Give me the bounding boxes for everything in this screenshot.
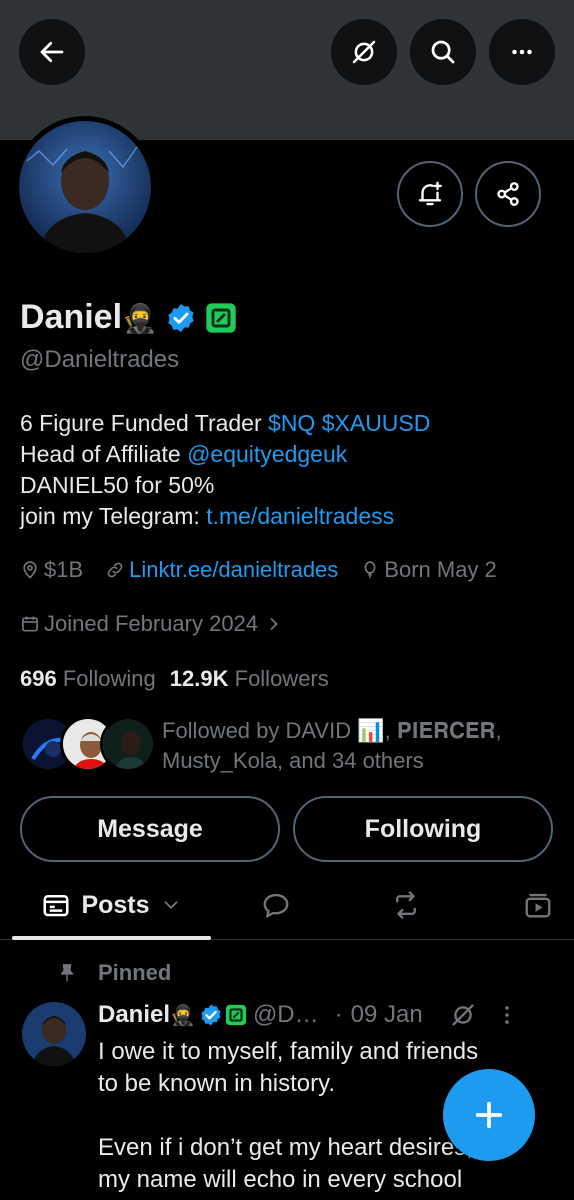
share-button[interactable] [475,161,541,227]
link-icon [107,562,123,578]
post-author-handle[interactable]: @D… [253,1001,319,1029]
post-header: Daniel🥷 @D… · 09 Jan [98,1001,519,1029]
active-tab-indicator [12,936,211,940]
post-author-avatar[interactable] [22,1002,86,1066]
profile-tabs: Posts [0,870,574,940]
more-horizontal-icon [512,49,532,55]
post-author-name[interactable]: Daniel🥷 [98,1001,195,1029]
mention-equityedgeuk[interactable]: @equityedgeuk [187,441,347,467]
profile-meta-row: $1B Linktr.ee/danieltrades Born May 2 [20,557,519,583]
posts-feed-icon [43,895,69,917]
joined-row[interactable]: Joined February 2024 [20,611,284,637]
following-count-link[interactable]: 696 Following [20,666,156,692]
bell-plus-icon [418,181,442,206]
plus-icon [475,1101,503,1129]
post-date[interactable]: 09 Jan [351,1001,423,1029]
video-icon [525,893,551,918]
search-button[interactable] [410,19,476,85]
chevron-right-icon [270,618,278,630]
share-icon [497,182,519,206]
affiliate-badge-icon [225,1004,247,1026]
follow-counts: 696 Following 12.9K Followers [20,666,329,692]
grok-button[interactable] [331,19,397,85]
tab-videos[interactable] [508,870,568,940]
cashtag-nq[interactable]: $NQ [268,410,315,436]
follower-avatar [100,716,156,772]
avatar-image [19,121,151,253]
location: $1B [20,557,83,583]
more-vertical-icon[interactable] [495,1003,519,1027]
calendar-icon [22,616,38,632]
grok-icon[interactable] [449,1001,477,1029]
arrow-left-icon [40,41,64,63]
joined-date: Joined February 2024 [44,611,259,636]
tab-posts[interactable]: Posts [12,870,211,940]
profile-bio: 6 Figure Funded Trader $NQ $XAUUSD Head … [20,410,431,529]
back-button[interactable] [19,19,85,85]
location-pin-icon [23,561,37,579]
pinned-indicator: Pinned [56,960,171,986]
reply-bubble-icon [263,893,289,918]
profile-avatar[interactable] [14,116,156,258]
following-button[interactable]: Following [293,796,553,862]
profile-handle: @Danieltrades [20,346,180,373]
search-icon [431,40,455,64]
more-button[interactable] [489,19,555,85]
affiliate-badge-icon[interactable] [205,302,237,334]
chevron-down-icon [164,901,177,910]
balloon-icon [364,561,376,578]
pin-icon [60,964,74,982]
birthday: Born May 2 [360,557,497,583]
tab-reposts[interactable] [376,870,436,940]
followers-you-know-avatars[interactable] [20,716,156,776]
verified-badge-icon[interactable] [165,302,197,334]
compose-post-button[interactable] [443,1069,535,1161]
tab-replies[interactable] [246,870,306,940]
cashtag-xauusd[interactable]: $XAUUSD [322,410,431,436]
verified-badge-icon [201,1004,221,1026]
telegram-link[interactable]: t.me/danieltradess [206,503,394,529]
profile-name-row: Daniel🥷 [20,298,237,337]
notifications-button[interactable] [397,161,463,227]
followers-count-link[interactable]: 12.9K Followers [170,666,329,692]
display-name: Daniel🥷 [20,298,157,336]
repost-icon [396,891,416,919]
followed-by-text[interactable]: Followed by DAVID 📊, 𝐏𝐈𝐄𝐑𝐂𝐄𝐑, Musty_Kola… [162,716,552,776]
message-button[interactable]: Message [20,796,280,862]
grok-icon [352,40,376,64]
website[interactable]: Linktr.ee/danieltrades [105,557,338,583]
